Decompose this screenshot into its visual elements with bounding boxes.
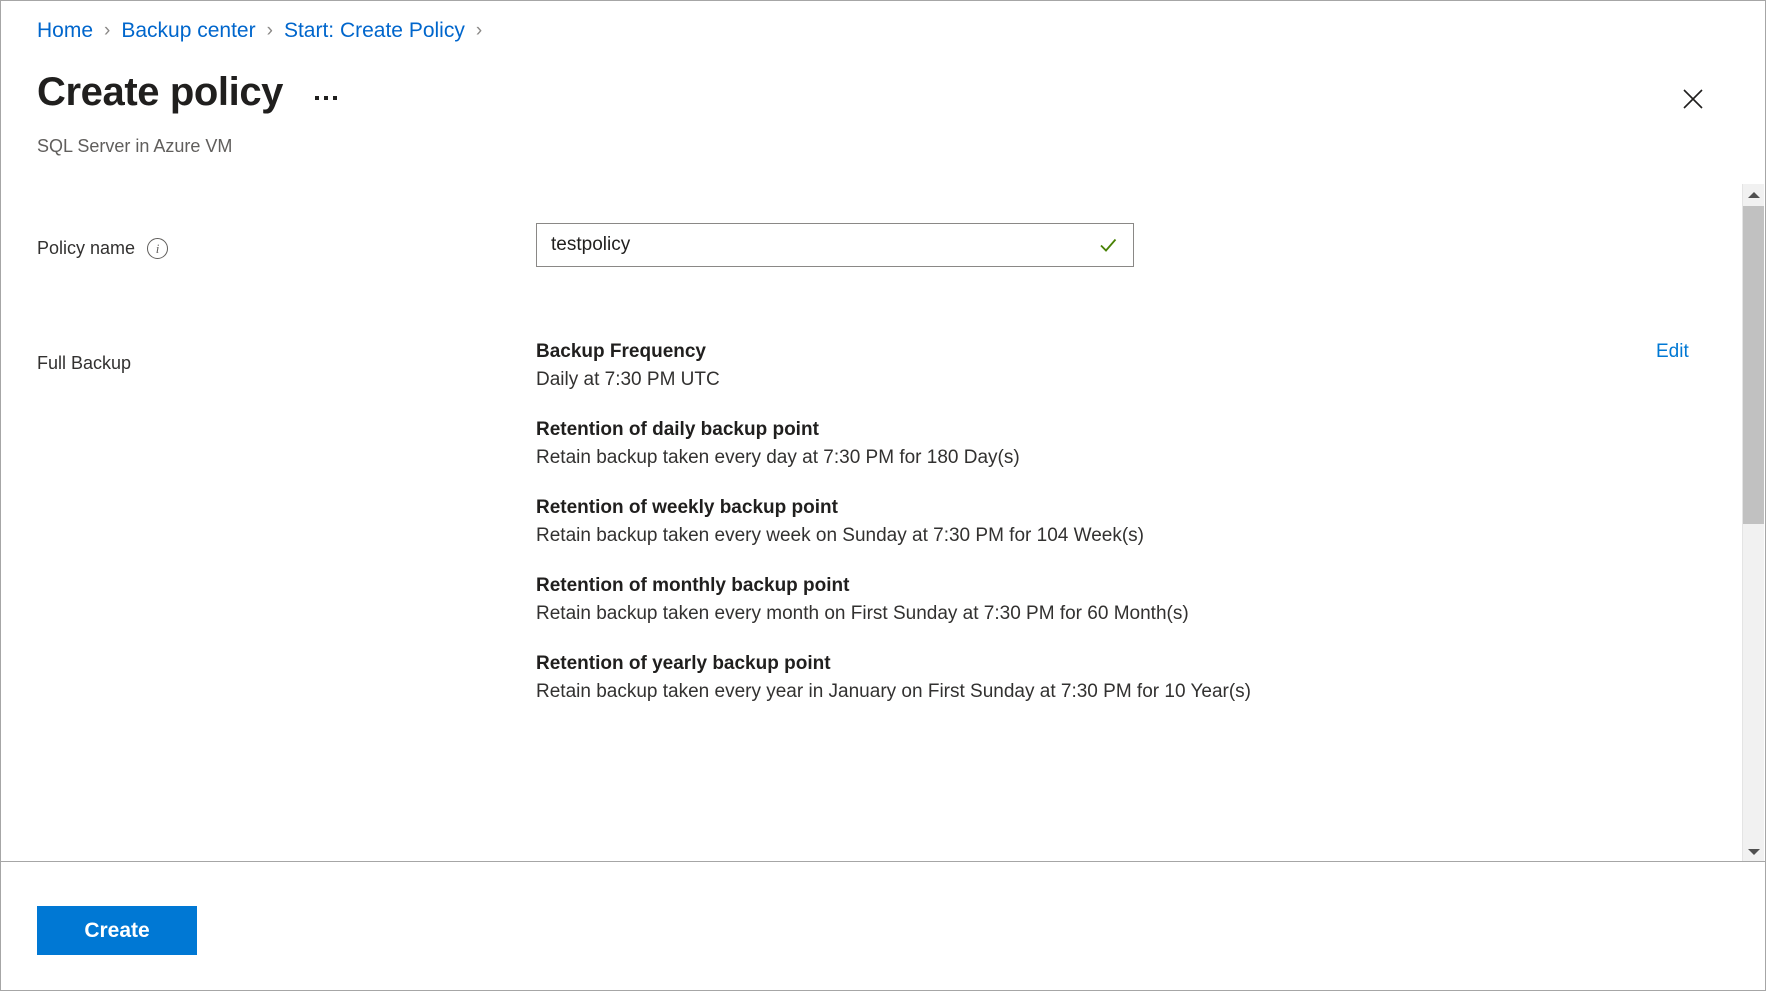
- detail-body: Retain backup taken every day at 7:30 PM…: [536, 444, 1596, 472]
- breadcrumb: Home › Backup center › Start: Create Pol…: [37, 18, 493, 44]
- close-icon[interactable]: [1673, 79, 1713, 119]
- info-icon[interactable]: i: [147, 238, 168, 259]
- detail-group-weekly-retention: Retention of weekly backup point Retain …: [536, 494, 1596, 550]
- create-policy-blade: Home › Backup center › Start: Create Pol…: [0, 0, 1766, 991]
- detail-group-monthly-retention: Retention of monthly backup point Retain…: [536, 572, 1596, 628]
- create-button[interactable]: Create: [37, 906, 197, 955]
- breadcrumb-separator-icon: ›: [476, 18, 482, 44]
- vertical-scrollbar[interactable]: [1742, 184, 1764, 862]
- full-backup-details: Backup Frequency Daily at 7:30 PM UTC Re…: [536, 338, 1596, 706]
- detail-heading: Retention of weekly backup point: [536, 494, 1596, 522]
- policy-name-label: Policy name: [37, 236, 135, 260]
- more-actions-icon[interactable]: [309, 85, 343, 111]
- detail-body: Retain backup taken every week on Sunday…: [536, 522, 1596, 550]
- policy-name-input[interactable]: [537, 224, 1097, 266]
- form-content: Policy name i Full Backup Backup Frequen…: [1, 183, 1745, 863]
- breadcrumb-item-backup-center[interactable]: Backup center: [121, 18, 255, 44]
- scroll-down-icon[interactable]: [1743, 841, 1764, 862]
- breadcrumb-item-start-create-policy[interactable]: Start: Create Policy: [284, 18, 465, 44]
- scrollbar-thumb[interactable]: [1743, 206, 1764, 524]
- detail-heading: Retention of yearly backup point: [536, 650, 1596, 678]
- policy-name-field[interactable]: [536, 223, 1134, 267]
- detail-heading: Retention of daily backup point: [536, 416, 1596, 444]
- valid-check-icon: [1097, 234, 1119, 256]
- breadcrumb-item-home[interactable]: Home: [37, 18, 93, 44]
- breadcrumb-separator-icon: ›: [267, 18, 273, 44]
- ellipsis-dot: [324, 96, 328, 100]
- detail-body: Retain backup taken every year in Januar…: [536, 678, 1596, 706]
- scroll-up-icon[interactable]: [1743, 184, 1764, 205]
- detail-body: Retain backup taken every month on First…: [536, 600, 1596, 628]
- detail-heading: Backup Frequency: [536, 338, 1596, 366]
- ellipsis-dot: [315, 96, 319, 100]
- breadcrumb-separator-icon: ›: [104, 18, 110, 44]
- edit-full-backup-link[interactable]: Edit: [1656, 338, 1689, 366]
- page-subtitle: SQL Server in Azure VM: [37, 134, 232, 158]
- detail-body: Daily at 7:30 PM UTC: [536, 366, 1596, 394]
- detail-group-yearly-retention: Retention of yearly backup point Retain …: [536, 650, 1596, 706]
- ellipsis-dot: [333, 96, 337, 100]
- detail-group-daily-retention: Retention of daily backup point Retain b…: [536, 416, 1596, 472]
- full-backup-label: Full Backup: [37, 351, 131, 375]
- detail-heading: Retention of monthly backup point: [536, 572, 1596, 600]
- page-title: Create policy: [37, 68, 283, 116]
- blade-footer: Create: [1, 861, 1765, 990]
- detail-group-frequency: Backup Frequency Daily at 7:30 PM UTC: [536, 338, 1596, 394]
- title-row: Create policy: [37, 68, 343, 116]
- policy-name-label-group: Policy name i: [37, 236, 168, 260]
